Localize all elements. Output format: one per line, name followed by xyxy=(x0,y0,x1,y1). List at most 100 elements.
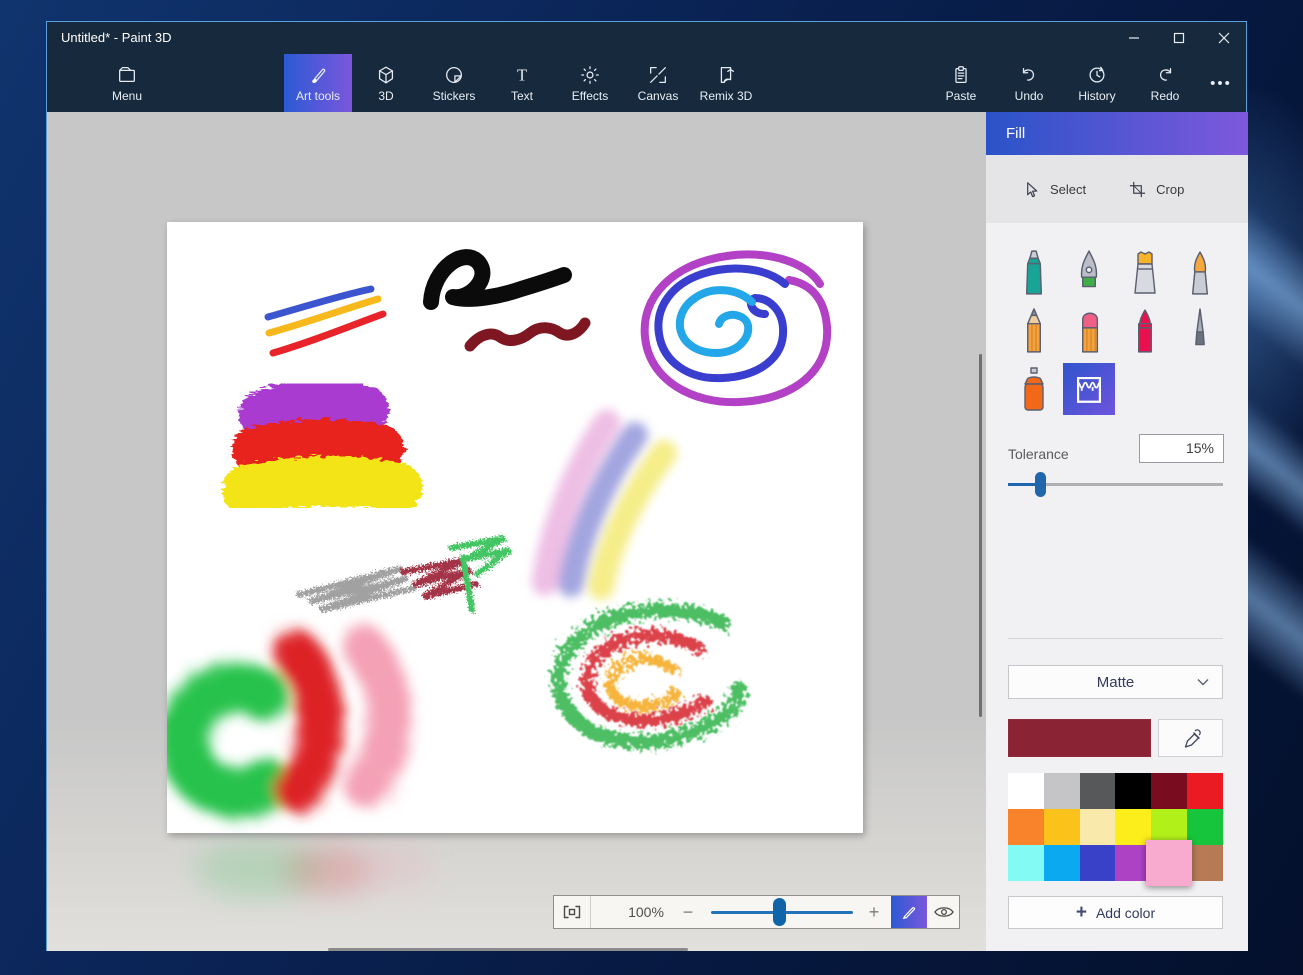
brush-pixel-pen[interactable] xyxy=(1173,302,1227,360)
workspace: 100% − + xyxy=(47,112,986,951)
brush-eraser[interactable] xyxy=(1062,302,1116,360)
canvas-reflection xyxy=(352,846,432,890)
tab-art-tools[interactable]: Art tools xyxy=(284,54,352,112)
brush-watercolour[interactable] xyxy=(1173,244,1227,302)
text-icon: T xyxy=(517,66,527,85)
sticker-icon xyxy=(446,67,462,83)
tab-effects[interactable]: Effects xyxy=(556,54,624,112)
toolbar: Menu Art tools 3D Stickers T Text Effect… xyxy=(47,54,1246,112)
palette-swatch[interactable] xyxy=(1008,809,1044,845)
plus-icon: + xyxy=(1075,902,1087,923)
zoom-slider[interactable] xyxy=(711,898,853,926)
panel-header: Fill xyxy=(986,112,1248,155)
fit-to-view-button[interactable] xyxy=(554,896,591,928)
brush-spray-can[interactable] xyxy=(1007,360,1061,418)
zoom-bar: 100% − + xyxy=(553,895,960,929)
tab-stickers[interactable]: Stickers xyxy=(420,54,488,112)
more-button[interactable]: ••• xyxy=(1199,54,1243,112)
palette-swatch[interactable] xyxy=(1151,773,1188,809)
desktop: Untitled* - Paint 3D Menu Art tools 3D S… xyxy=(0,0,1303,975)
brush-fill[interactable] xyxy=(1062,360,1116,418)
pencil-icon xyxy=(902,907,916,920)
panel-divider xyxy=(1008,638,1223,639)
palette-grid xyxy=(1008,773,1223,887)
stroke-spray-blobs xyxy=(167,625,411,819)
color-row xyxy=(1008,719,1223,757)
zoom-out-button[interactable]: − xyxy=(674,896,702,928)
view-eye-button[interactable] xyxy=(928,896,960,928)
title-bar: Untitled* - Paint 3D xyxy=(47,22,1246,54)
brush-icon xyxy=(312,68,326,84)
palette-swatch[interactable] xyxy=(1043,809,1080,845)
zoom-slider-thumb[interactable] xyxy=(773,898,787,926)
vertical-scrollbar[interactable] xyxy=(979,354,982,717)
canvas-expand-icon xyxy=(650,67,666,83)
stroke-spray-loop xyxy=(550,602,748,750)
palette-swatch[interactable] xyxy=(1187,809,1223,845)
window-controls xyxy=(1111,22,1246,54)
redo-button[interactable]: Redo xyxy=(1131,54,1199,112)
add-color-label: Add color xyxy=(1095,904,1156,921)
brush-fill-selected-tile xyxy=(1063,363,1116,415)
history-icon xyxy=(1089,66,1105,83)
toolbar-tools: Art tools 3D Stickers T Text Effects Can… xyxy=(284,54,760,112)
history-button[interactable]: History xyxy=(1063,54,1131,112)
select-cursor-icon xyxy=(1027,181,1038,197)
palette-swatch[interactable] xyxy=(1043,773,1080,809)
canvas-artwork xyxy=(167,249,832,819)
brush-marker[interactable] xyxy=(1007,244,1061,302)
brush-pencil[interactable] xyxy=(1007,302,1061,360)
select-button[interactable]: Select xyxy=(1022,180,1086,199)
palette-swatch[interactable] xyxy=(1115,773,1152,809)
window-title: Untitled* - Paint 3D xyxy=(61,30,172,45)
maximize-button[interactable] xyxy=(1156,22,1201,54)
menu-button[interactable]: Menu xyxy=(93,54,161,112)
palette-swatch[interactable] xyxy=(1043,845,1080,881)
palette-swatch[interactable] xyxy=(1079,773,1116,809)
tolerance-slider[interactable] xyxy=(1008,472,1223,497)
palette-swatch[interactable] xyxy=(1187,773,1223,809)
palette-swatch[interactable] xyxy=(1079,845,1116,881)
zoom-in-button[interactable]: + xyxy=(860,896,888,928)
palette-swatch[interactable] xyxy=(1187,845,1223,881)
tolerance-input[interactable]: 15% xyxy=(1139,434,1224,463)
finish-value: Matte xyxy=(1096,673,1135,691)
fill-panel: Fill Select Crop Tolerance 15% Matte + A… xyxy=(986,112,1248,951)
menu-label: Menu xyxy=(111,89,143,103)
pen-mode-button[interactable] xyxy=(891,896,927,928)
panel-title: Fill xyxy=(1006,125,1026,142)
paste-button[interactable]: Paste xyxy=(927,54,995,112)
undo-button[interactable]: Undo xyxy=(995,54,1063,112)
tab-3d[interactable]: 3D xyxy=(352,54,420,112)
remix-3d-icon xyxy=(720,67,734,83)
tolerance-slider-thumb[interactable] xyxy=(1035,472,1047,497)
undo-icon xyxy=(1022,67,1035,81)
horizontal-scrollbar[interactable] xyxy=(328,948,688,951)
toolbar-actions: Paste Undo History Redo ••• xyxy=(927,54,1243,112)
minimize-button[interactable] xyxy=(1111,22,1156,54)
palette-swatch[interactable] xyxy=(1146,839,1193,887)
crop-button[interactable]: Crop xyxy=(1128,180,1184,199)
effects-sun-icon xyxy=(581,66,599,84)
current-color-swatch[interactable] xyxy=(1008,719,1151,757)
svg-text:T: T xyxy=(517,66,527,85)
eye-icon xyxy=(934,907,954,917)
drawing-canvas[interactable] xyxy=(167,222,863,833)
palette-swatch[interactable] xyxy=(1079,809,1116,845)
palette-swatch[interactable] xyxy=(1008,773,1044,809)
tab-canvas[interactable]: Canvas xyxy=(624,54,692,112)
stroke-crayon-scribble xyxy=(296,535,512,613)
brush-calligraphy-pen[interactable] xyxy=(1062,244,1116,302)
finish-dropdown[interactable]: Matte xyxy=(1008,665,1223,699)
palette-swatch[interactable] xyxy=(1008,845,1044,881)
add-color-button[interactable]: + Add color xyxy=(1008,896,1223,929)
stroke-oil xyxy=(222,378,423,515)
brush-oil[interactable] xyxy=(1118,244,1172,302)
brush-crayon[interactable] xyxy=(1118,302,1172,360)
eyedropper-button[interactable] xyxy=(1158,719,1223,757)
close-button[interactable] xyxy=(1201,22,1246,54)
cube-icon xyxy=(378,66,394,84)
select-crop-bar: Select Crop xyxy=(986,155,1248,223)
tab-text[interactable]: T Text xyxy=(488,54,556,112)
tab-remix-3d[interactable]: Remix 3D xyxy=(692,54,760,112)
